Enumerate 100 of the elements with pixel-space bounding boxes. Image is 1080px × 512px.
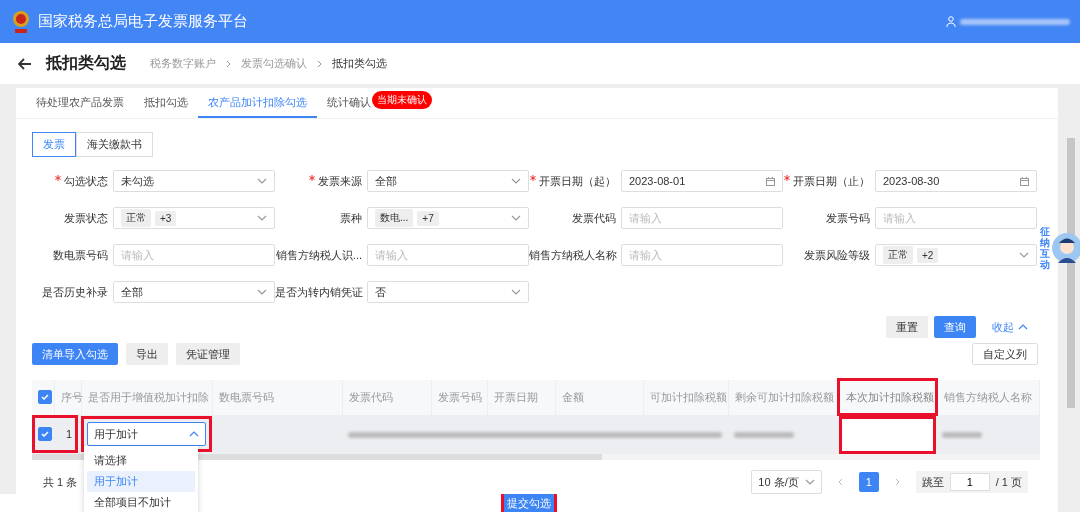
tag-chip: 正常 [121,209,151,227]
select-field[interactable]: 否 [367,281,529,303]
segment-button[interactable]: 海关缴款书 [76,132,153,157]
tab[interactable]: 抵扣勾选 [134,88,198,118]
column-header: 发票代码 [342,379,432,415]
platform-title: 国家税务总局电子发票服务平台 [38,12,248,31]
column-header: 金额 [555,379,644,415]
emblem-icon [10,8,32,35]
field-label: 开票日期（起） [539,174,616,187]
text-field[interactable]: 请输入 [621,244,783,266]
calendar-icon [766,176,775,186]
field-label: 销售方纳税人名称 [529,248,617,261]
next-page-icon[interactable] [894,478,900,486]
field-label: 票种 [340,211,362,224]
select-field[interactable]: 全部 [113,281,275,303]
jump-input[interactable]: 1 [949,473,990,491]
select-field[interactable]: 未勾选 [113,170,275,192]
chevron-right-icon [317,59,322,68]
column-header: 序号 [54,379,82,415]
assistant-figure-icon[interactable] [1052,231,1080,265]
dropdown-option[interactable]: 请选择 [87,450,196,472]
total-count: 共 1 条 [43,474,78,490]
field-label: 勾选状态 [64,174,108,187]
caret-down-icon [257,289,267,295]
text-field[interactable]: 请输入 [875,207,1037,229]
caret-down-icon [257,215,267,221]
select-field[interactable]: 全部 [367,170,529,192]
tab[interactable]: 农产品加计扣除勾选 [198,88,317,118]
redacted-bar [734,432,795,439]
dropdown-option[interactable]: 全部项目不加计 [87,492,196,512]
field-label: 是否为转内销凭证 [275,285,363,298]
page-button[interactable]: 1 [858,472,879,492]
tag-chip: +2 [917,247,939,263]
column-header: 可加计扣除税额 [643,379,729,415]
field-label: 发票状态 [64,211,108,224]
submit-button[interactable]: 提交勾选 [504,492,554,512]
caret-down-icon [804,479,815,485]
caret-down-icon [511,178,521,184]
field-label: 发票号码 [826,211,870,224]
field-label: 开票日期（止） [793,174,870,187]
toolbar-button[interactable]: 清单导入勾选 [32,343,118,365]
jump-label: 跳至 [921,474,944,490]
column-header: 剩余可加计扣除税额 [728,379,839,415]
field-label: 数电票号码 [53,248,108,261]
caret-up-icon [1018,324,1028,330]
page-size-select[interactable]: 10 条/页 [751,470,822,494]
status-badge: 当期未确认 [372,91,432,109]
field-label: 是否历史补录 [42,285,108,298]
reset-button[interactable]: 重置 [886,316,928,338]
text-field[interactable]: 请输入 [621,207,783,229]
row-number: 1 [66,428,73,441]
field-label: 发票风险等级 [804,248,870,261]
page-title: 抵扣类勾选 [46,53,126,73]
multi-select-field[interactable]: 正常 +2 [875,244,1037,266]
toolbar-button[interactable]: 凭证管理 [176,343,240,365]
field-label: 发票代码 [572,211,616,224]
caret-down-icon [511,289,521,295]
caret-down-icon [511,215,521,221]
column-header: 开票日期 [487,379,556,415]
field-label: 销售方纳税人识... [275,248,362,261]
tag-chip: +7 [417,210,439,226]
tag-chip: +3 [155,210,177,226]
tab[interactable]: 统计确认 [317,88,372,118]
multi-select-field[interactable]: 数电... +7 [367,207,529,229]
checkmark-icon [41,394,49,401]
tag-chip: 数电... [375,209,414,227]
column-header: 本次加计扣除税额 [838,379,937,415]
column-header: 是否用于增值税加计扣除 [81,379,213,415]
toolbar-button[interactable]: 导出 [126,343,168,365]
collapse-link[interactable]: 收起 [992,319,1028,335]
column-header: 销售方纳税人名称 [936,379,1040,415]
checkmark-icon [41,431,49,438]
field-label: 发票来源 [318,174,362,187]
back-arrow-icon[interactable] [18,57,32,70]
text-field[interactable]: 请输入 [113,244,275,266]
assistant-label[interactable]: 征纳互动 [1040,226,1050,270]
segment-button[interactable]: 发票 [32,132,76,157]
user-icon[interactable] [946,16,956,27]
column-header: 发票号码 [431,379,488,415]
multi-select-field[interactable]: 正常 +3 [113,207,275,229]
column-header: 数电票号码 [212,379,343,415]
caret-up-icon [189,431,200,438]
caret-down-icon [257,178,267,184]
breadcrumb-link[interactable]: 抵扣类勾选 [332,56,387,71]
prev-page-icon[interactable] [837,478,843,486]
tab[interactable]: 待处理农产品发票 [26,88,134,118]
date-field[interactable]: 2023-08-01 [621,170,783,192]
tag-chip: 正常 [883,246,913,264]
select-all-checkbox[interactable] [38,390,52,405]
row-checkbox[interactable] [38,427,52,442]
caret-down-icon [1019,252,1029,258]
calendar-icon [1020,176,1029,186]
date-field[interactable]: 2023-08-30 [875,170,1037,192]
page-total: / 1 页 [995,474,1022,490]
redacted-bar [942,432,983,439]
text-field[interactable]: 请输入 [367,244,529,266]
custom-columns-button[interactable]: 自定义列 [972,343,1038,365]
chevron-right-icon [226,59,231,68]
deduction-select[interactable]: 用于加计 [87,422,207,447]
query-button[interactable]: 查询 [934,316,976,338]
